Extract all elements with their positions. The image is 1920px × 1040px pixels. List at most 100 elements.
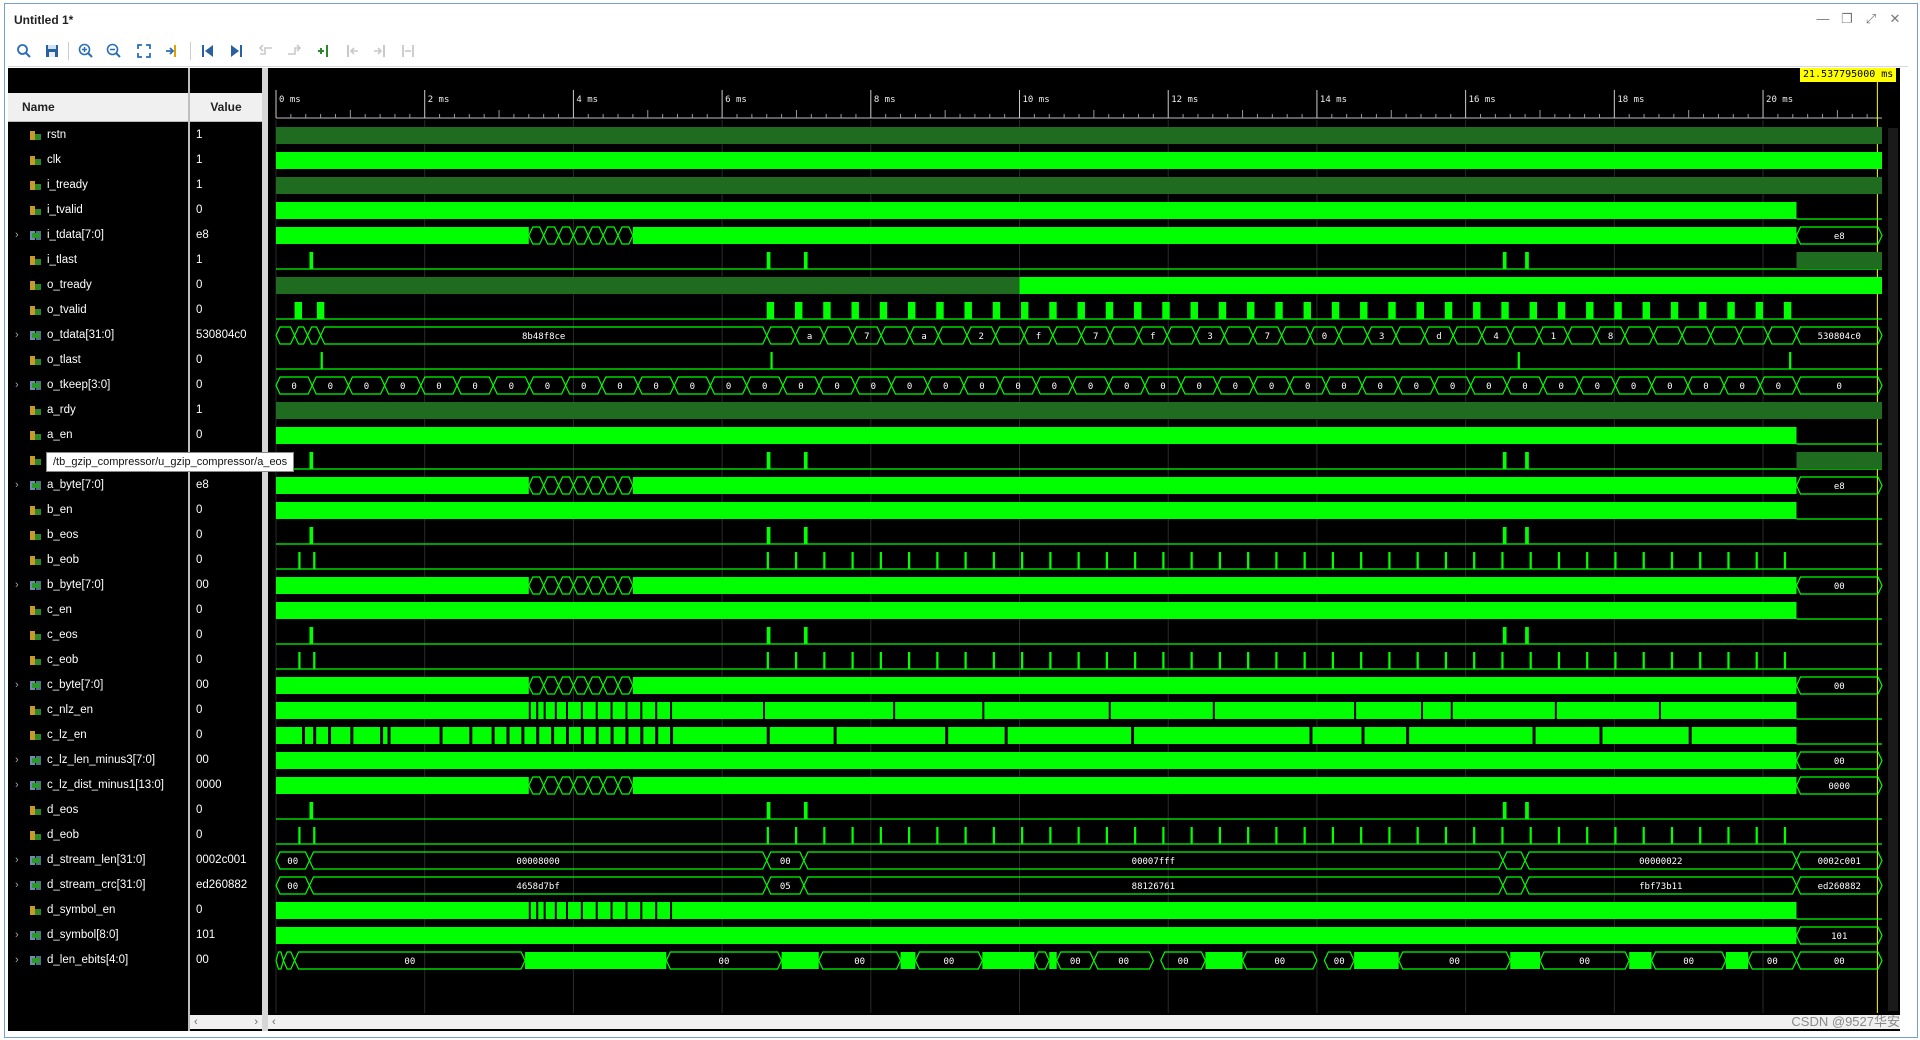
save-icon[interactable] xyxy=(40,40,64,62)
signal-pulse xyxy=(1501,827,1504,844)
signal-row-name[interactable]: o_tlast xyxy=(8,348,188,373)
waveform-canvas[interactable]: 0 ms 2 ms 4 ms 6 ms 8 ms 10 ms 12 ms 14 ms 16 ms… xyxy=(268,68,1900,1031)
expand-chevron-icon[interactable]: › xyxy=(15,748,19,773)
signal-row-name[interactable]: › d_stream_len[31:0] xyxy=(8,848,188,873)
signal-row-name[interactable]: › c_byte[7:0] xyxy=(8,673,188,698)
expand-chevron-icon[interactable]: › xyxy=(15,873,19,898)
signal-row-name[interactable]: › c_lz_dist_minus1[13:0] xyxy=(8,773,188,798)
signal-row-name[interactable]: i_tready xyxy=(8,173,188,198)
search-icon[interactable] xyxy=(12,40,36,62)
minimize-icon[interactable]: — xyxy=(1816,11,1830,27)
signal-row-name[interactable]: c_nlz_en xyxy=(8,698,188,723)
signal-row-name[interactable]: i_tvalid xyxy=(8,198,188,223)
signal-high-segment xyxy=(632,477,1797,494)
signal-name: c_en xyxy=(47,604,72,616)
signal-row-name[interactable]: c_eob xyxy=(8,648,188,673)
signal-high-segment xyxy=(276,577,529,594)
signal-row-name[interactable]: › o_tdata[31:0] xyxy=(8,323,188,348)
scroll-left-icon[interactable]: ‹ xyxy=(272,1015,276,1029)
signal-high-segment xyxy=(632,677,1797,694)
expand-chevron-icon[interactable]: › xyxy=(15,373,19,398)
signal-pulse xyxy=(309,452,314,469)
value-column-header[interactable]: Value xyxy=(190,93,262,122)
signal-pulse xyxy=(1162,552,1165,569)
expand-chevron-icon[interactable]: › xyxy=(15,948,19,973)
signal-pulse xyxy=(298,552,301,569)
bus-signal-icon xyxy=(30,931,41,940)
expand-chevron-icon[interactable]: › xyxy=(15,923,19,948)
signal-row-name[interactable]: b_en xyxy=(8,498,188,523)
time-tick-label: 16 ms xyxy=(1469,95,1496,105)
zoom-in-icon[interactable] xyxy=(74,40,98,62)
signal-row-name[interactable]: o_tvalid xyxy=(8,298,188,323)
waveform-horizontal-scrollbar[interactable]: ‹ xyxy=(268,1015,1900,1029)
zoom-fit-icon[interactable] xyxy=(132,40,156,62)
signal-row-name[interactable]: rstn xyxy=(8,123,188,148)
go-to-cursor-icon[interactable] xyxy=(160,40,184,62)
signal-name: d_stream_len[31:0] xyxy=(47,854,146,866)
signal-high-segment xyxy=(1796,252,1882,269)
go-to-time-zero-icon[interactable] xyxy=(196,40,220,62)
signal-row-name[interactable]: › i_tdata[7:0] xyxy=(8,223,188,248)
name-column-header[interactable]: Name xyxy=(8,93,188,122)
expand-chevron-icon[interactable]: › xyxy=(15,673,19,698)
signal-row-name[interactable]: a_en xyxy=(8,423,188,448)
previous-marker-icon[interactable] xyxy=(340,40,364,62)
signal-low-gap xyxy=(536,702,539,719)
signal-row-name[interactable]: o_tready xyxy=(8,273,188,298)
time-tick-label: 20 ms xyxy=(1766,95,1793,105)
expand-chevron-icon[interactable]: › xyxy=(15,773,19,798)
signal-low-gap xyxy=(554,902,557,919)
next-transition-icon[interactable] xyxy=(282,40,306,62)
signal-row-name[interactable]: b_eos xyxy=(8,523,188,548)
bus-value-label: 00 xyxy=(1834,957,1845,967)
signal-pulse xyxy=(1416,652,1419,669)
signal-row-name[interactable]: b_eob xyxy=(8,548,188,573)
expand-chevron-icon[interactable]: › xyxy=(15,573,19,598)
bit-signal-icon xyxy=(30,181,41,190)
signal-pulse xyxy=(1755,827,1758,844)
signal-pulse xyxy=(803,452,808,469)
bus-value-label: 0 xyxy=(690,382,695,392)
signal-row-name[interactable]: a_rdy xyxy=(8,398,188,423)
signal-row-name[interactable]: i_tlast xyxy=(8,248,188,273)
expand-chevron-icon[interactable]: › xyxy=(15,323,19,348)
close-icon[interactable]: ✕ xyxy=(1888,11,1902,27)
scroll-right-icon[interactable]: › xyxy=(254,1015,258,1029)
next-marker-icon[interactable] xyxy=(368,40,392,62)
signal-pulse xyxy=(1134,652,1137,669)
signal-row-name[interactable]: d_eos xyxy=(8,798,188,823)
signal-pulse xyxy=(766,627,771,644)
zoom-out-icon[interactable] xyxy=(102,40,126,62)
scroll-left-icon[interactable]: ‹ xyxy=(194,1015,198,1029)
signal-row-name[interactable]: › o_tkeep[3:0] xyxy=(8,373,188,398)
signal-row-name[interactable]: d_symbol_en xyxy=(8,898,188,923)
bus-value-label: 0 xyxy=(472,382,477,392)
add-marker-icon[interactable] xyxy=(312,40,336,62)
signal-pulse xyxy=(1360,827,1363,844)
swap-cursors-icon[interactable] xyxy=(396,40,420,62)
signal-row-name[interactable]: c_eos xyxy=(8,623,188,648)
restore-icon[interactable]: ❐ xyxy=(1840,11,1854,27)
expand-chevron-icon[interactable]: › xyxy=(15,473,19,498)
title-bar: Untitled 1* — ❐ ⤢ ✕ xyxy=(8,6,1908,34)
go-to-last-time-icon[interactable] xyxy=(224,40,248,62)
value-column-scrollbar[interactable]: ‹ › xyxy=(190,1015,262,1029)
signal-row-name[interactable]: › d_symbol[8:0] xyxy=(8,923,188,948)
signal-row-name[interactable]: clk xyxy=(8,148,188,173)
signal-row-name[interactable]: d_eob xyxy=(8,823,188,848)
signal-row-name[interactable]: c_en xyxy=(8,598,188,623)
signal-row-name[interactable]: › a_byte[7:0] xyxy=(8,473,188,498)
expand-chevron-icon[interactable]: › xyxy=(15,223,19,248)
expand-chevron-icon[interactable]: › xyxy=(15,848,19,873)
bus-value-label: 00 xyxy=(1334,957,1345,967)
bit-signal-icon xyxy=(30,731,41,740)
signal-pulse xyxy=(1416,302,1424,319)
signal-row-name[interactable]: › d_stream_crc[31:0] xyxy=(8,873,188,898)
signal-row-name[interactable]: › d_len_ebits[4:0] xyxy=(8,948,188,973)
maximize-icon[interactable]: ⤢ xyxy=(1864,11,1878,27)
signal-row-name[interactable]: › c_lz_len_minus3[7:0] xyxy=(8,748,188,773)
signal-row-name[interactable]: c_lz_en xyxy=(8,723,188,748)
signal-row-name[interactable]: › b_byte[7:0] xyxy=(8,573,188,598)
previous-transition-icon[interactable] xyxy=(254,40,278,62)
